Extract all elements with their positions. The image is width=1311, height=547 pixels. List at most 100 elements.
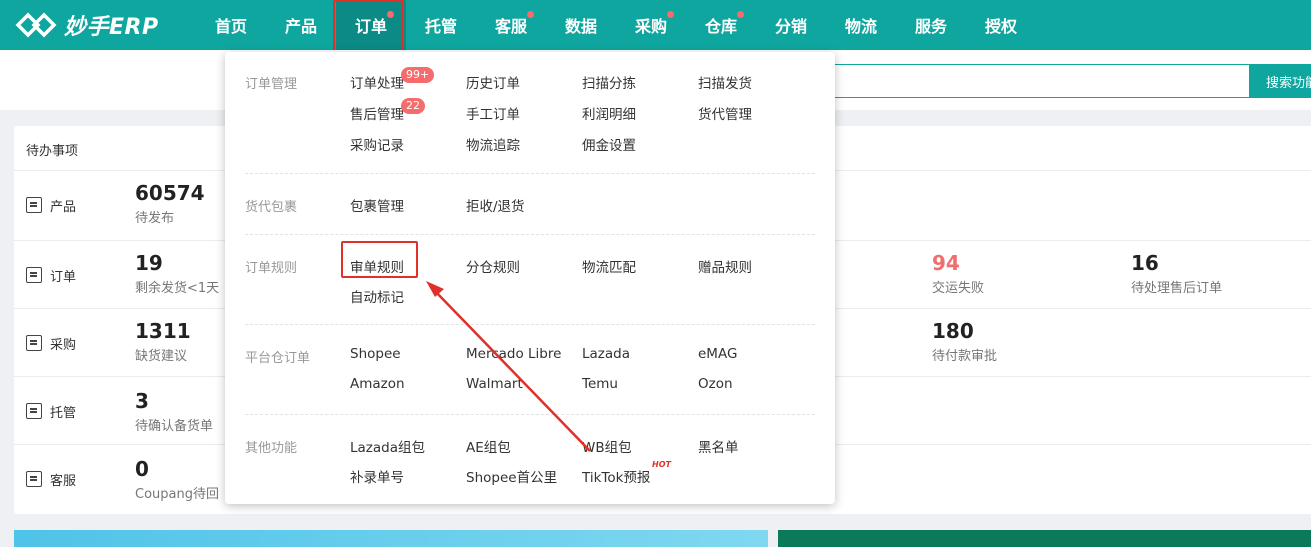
metric-pending-publish[interactable]: 60574 待发布	[135, 181, 205, 226]
link-reject-return[interactable]: 拒收/退货	[466, 195, 525, 215]
nav-item-label: 订单	[354, 17, 387, 36]
section-title-forwarder: 货代包裹	[245, 200, 298, 215]
notification-dot	[387, 11, 394, 18]
metric-handover-failed[interactable]: 94 交运失败	[932, 251, 984, 296]
nav-item-8[interactable]: 分销	[756, 0, 826, 50]
link-shopee[interactable]: Shopee	[350, 346, 401, 362]
row-label: 托管	[50, 405, 77, 421]
divider	[245, 324, 815, 325]
link-manual-order[interactable]: 手工订单	[466, 103, 520, 123]
logo[interactable]: 妙手ERP	[14, 7, 159, 43]
divider	[245, 173, 815, 174]
nav-item-label: 客服	[494, 17, 527, 36]
nav-item-0[interactable]: 首页	[196, 0, 266, 50]
main-nav: 首页 产品 订单 托管 客服 数据 采购 仓库 分销 物流 服务 授权	[196, 0, 1036, 50]
order-icon	[26, 267, 42, 283]
divider	[245, 414, 815, 415]
link-temu[interactable]: Temu	[582, 376, 618, 392]
order-dropdown-menu: 订单管理 货代包裹 订单规则 平台仓订单 其他功能 订单处理 99+ 历史订单 …	[225, 52, 835, 504]
row-label: 采购	[50, 337, 77, 353]
metric-payment-approval[interactable]: 180 待付款审批	[932, 319, 997, 364]
nav-item-5[interactable]: 数据	[546, 0, 616, 50]
nav-item-9[interactable]: 物流	[826, 0, 896, 50]
nav-item-label: 授权	[984, 17, 1017, 36]
notification-dot	[667, 11, 674, 18]
link-auto-tag[interactable]: 自动标记	[350, 286, 404, 306]
todo-title: 待办事项	[26, 144, 79, 159]
section-title-platform-wh: 平台仓订单	[245, 351, 311, 366]
metric-aftersale-pending[interactable]: 16 待处理售后订单	[1131, 251, 1222, 296]
nav-item-label: 服务	[914, 17, 947, 36]
row-label: 订单	[50, 269, 77, 285]
hot-badge: HOT	[652, 460, 671, 469]
notification-dot	[527, 11, 534, 18]
nav-item-4[interactable]: 客服	[476, 0, 546, 50]
nav-item-label: 仓库	[704, 17, 737, 36]
section-title-other: 其他功能	[245, 441, 298, 456]
divider	[245, 234, 815, 235]
nav-item-label: 物流	[844, 17, 877, 36]
search-input[interactable]	[800, 64, 1250, 98]
link-purchase-records[interactable]: 采购记录	[350, 134, 404, 154]
link-amazon[interactable]: Amazon	[350, 376, 405, 392]
badge-aftersale: 22	[401, 98, 425, 114]
badge-order-processing: 99+	[401, 67, 435, 83]
link-logistics-track[interactable]: 物流追踪	[466, 134, 520, 154]
nav-item-2[interactable]: 订单	[336, 0, 406, 50]
link-aftersale[interactable]: 售后管理	[350, 103, 404, 123]
link-emag[interactable]: eMAG	[698, 346, 737, 362]
link-tiktok-forecast[interactable]: TikTok预报	[582, 466, 650, 486]
banner-right[interactable]	[778, 530, 1311, 547]
logo-text: 妙手ERP	[64, 15, 159, 40]
link-blacklist[interactable]: 黑名单	[698, 436, 739, 456]
nav-item-label: 分销	[774, 17, 807, 36]
notification-dot	[737, 11, 744, 18]
link-supplement-tracking[interactable]: 补录单号	[350, 466, 404, 486]
nav-item-label: 采购	[634, 17, 667, 36]
link-warehouse-rules[interactable]: 分仓规则	[466, 256, 520, 276]
section-title-order-rules: 订单规则	[245, 261, 298, 276]
link-order-processing[interactable]: 订单处理	[350, 72, 404, 92]
banner-left[interactable]	[14, 530, 768, 547]
link-profit-detail[interactable]: 利润明细	[582, 103, 636, 123]
link-wb-pack[interactable]: WB组包	[582, 436, 632, 456]
metric-ship-deadline[interactable]: 19 剩余发货<1天	[135, 251, 219, 296]
link-audit-rules[interactable]: 审单规则	[350, 256, 404, 276]
row-label: 产品	[50, 199, 77, 215]
service-icon	[26, 471, 42, 487]
metric-restock-suggest[interactable]: 1311 缺货建议	[135, 319, 191, 364]
row-label: 客服	[50, 473, 77, 489]
nav-item-1[interactable]: 产品	[266, 0, 336, 50]
link-gift-rules[interactable]: 赠品规则	[698, 256, 752, 276]
link-lazada[interactable]: Lazada	[582, 346, 630, 362]
nav-item-label: 托管	[424, 17, 457, 36]
link-commission[interactable]: 佣金设置	[582, 134, 636, 154]
search-button[interactable]: 搜索功能	[1249, 64, 1311, 98]
link-walmart[interactable]: Walmart	[466, 376, 523, 392]
link-ae-pack[interactable]: AE组包	[466, 436, 511, 456]
link-scan-ship[interactable]: 扫描发货	[698, 72, 752, 92]
purchase-icon	[26, 335, 42, 351]
nav-item-label: 首页	[214, 17, 247, 36]
logo-icon	[15, 12, 57, 38]
product-icon	[26, 197, 42, 213]
nav-item-6[interactable]: 采购	[616, 0, 686, 50]
link-ozon[interactable]: Ozon	[698, 376, 733, 392]
link-shopee-first-mile[interactable]: Shopee首公里	[466, 466, 557, 486]
nav-item-7[interactable]: 仓库	[686, 0, 756, 50]
nav-item-3[interactable]: 托管	[406, 0, 476, 50]
link-scan-sort[interactable]: 扫描分拣	[582, 72, 636, 92]
link-forwarder-mgmt[interactable]: 货代管理	[698, 103, 752, 123]
nav-item-label: 数据	[564, 17, 597, 36]
nav-item-10[interactable]: 服务	[896, 0, 966, 50]
link-lazada-pack[interactable]: Lazada组包	[350, 436, 425, 456]
metric-coupang-reply[interactable]: 0 Coupang待回	[135, 457, 219, 502]
nav-item-label: 产品	[284, 17, 317, 36]
metric-stock-confirm[interactable]: 3 待确认备货单	[135, 389, 213, 434]
nav-item-11[interactable]: 授权	[966, 0, 1036, 50]
link-package-mgmt[interactable]: 包裹管理	[350, 195, 404, 215]
link-mercado-libre[interactable]: Mercado Libre	[466, 346, 561, 362]
link-logistics-match[interactable]: 物流匹配	[582, 256, 636, 276]
top-nav-bar: 妙手ERP 首页 产品 订单 托管 客服 数据 采购 仓库 分销 物流 服务 授权	[0, 0, 1311, 50]
link-order-history[interactable]: 历史订单	[466, 72, 520, 92]
